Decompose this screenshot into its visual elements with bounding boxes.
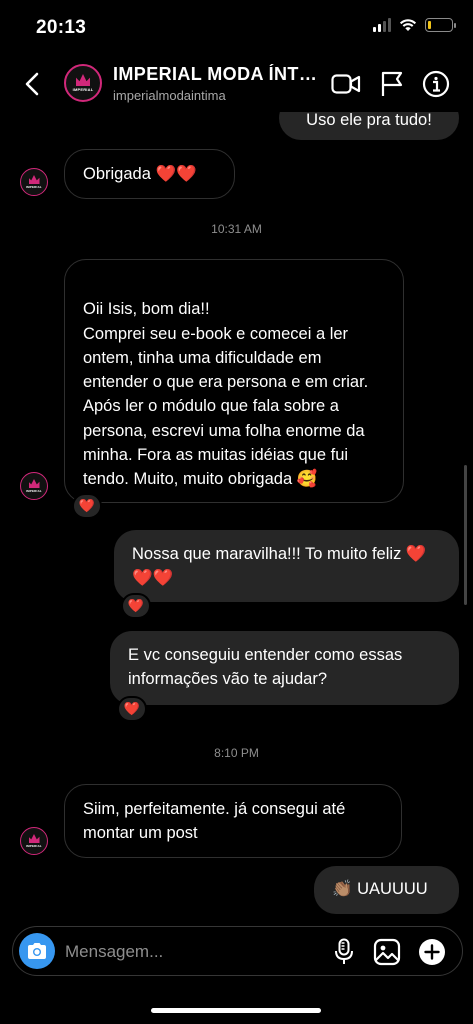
- reaction-heart[interactable]: ❤️: [117, 696, 147, 722]
- back-button[interactable]: [20, 70, 46, 98]
- heart-icon: ❤️: [127, 598, 145, 613]
- status-icons: [373, 18, 456, 32]
- reaction-heart[interactable]: ❤️: [72, 493, 102, 519]
- more-button[interactable]: [415, 935, 449, 969]
- chat-username: imperialmodaintima: [113, 88, 226, 103]
- report-button[interactable]: [376, 68, 408, 100]
- video-camera-icon: [331, 74, 361, 94]
- chevron-left-icon: [25, 72, 39, 96]
- message-incoming[interactable]: Obrigada ❤️❤️: [64, 149, 235, 199]
- message-composer: [12, 926, 463, 976]
- chat-header: IMPERIAL IMPERIAL MODA ÍNTIMA imperialmo…: [0, 56, 473, 112]
- sender-avatar[interactable]: IMPERIAL: [20, 168, 48, 196]
- timestamp: 8:10 PM: [214, 746, 259, 760]
- camera-icon: [28, 943, 46, 959]
- info-button[interactable]: [420, 68, 452, 100]
- heart-icon: ❤️: [78, 498, 96, 513]
- profile-avatar[interactable]: IMPERIAL: [64, 64, 102, 102]
- sender-avatar[interactable]: IMPERIAL: [20, 827, 48, 855]
- status-time: 20:13: [36, 17, 87, 38]
- brand-logo: IMPERIAL: [21, 828, 47, 854]
- message-incoming[interactable]: Siim, perfeitamente. já consegui até mon…: [64, 784, 402, 858]
- video-call-button[interactable]: [330, 68, 362, 100]
- wifi-icon: [399, 19, 417, 31]
- scrollbar[interactable]: [464, 465, 467, 605]
- heart-icon: ❤️: [123, 701, 141, 716]
- brand-logo: IMPERIAL: [21, 473, 47, 499]
- cellular-signal-icon: [373, 18, 391, 32]
- brand-logo: IMPERIAL: [66, 66, 100, 100]
- camera-button[interactable]: [19, 933, 55, 969]
- battery-level: [428, 21, 431, 29]
- home-indicator[interactable]: [151, 1008, 321, 1013]
- sender-avatar[interactable]: IMPERIAL: [20, 472, 48, 500]
- message-thread[interactable]: Uso ele pra tudo! IMPERIAL Obrigada ❤️❤️…: [0, 112, 473, 922]
- voice-message-button[interactable]: [327, 935, 361, 969]
- flag-icon: [381, 71, 403, 96]
- brand-logo: IMPERIAL: [21, 169, 47, 195]
- battery-icon: [425, 18, 456, 32]
- message-outgoing[interactable]: Nossa que maravilha!!! To muito feliz ❤️…: [114, 530, 459, 602]
- chat-title[interactable]: IMPERIAL MODA ÍNTIMA: [113, 64, 318, 85]
- message-outgoing[interactable]: 👏🏽 UAUUUU: [314, 866, 459, 914]
- message-input[interactable]: [65, 939, 315, 965]
- timestamp: 10:31 AM: [211, 222, 262, 236]
- plus-icon: [419, 939, 445, 965]
- image-icon: [373, 938, 401, 966]
- gallery-button[interactable]: [370, 935, 404, 969]
- microphone-icon: [335, 938, 353, 964]
- message-incoming[interactable]: Oii Isis, bom dia!! Comprei seu e-book e…: [64, 259, 404, 503]
- message-outgoing[interactable]: E vc conseguiu entender como essas infor…: [110, 631, 459, 705]
- info-icon: [422, 70, 450, 98]
- status-bar: 20:13: [0, 0, 473, 56]
- reaction-heart[interactable]: ❤️: [121, 593, 151, 619]
- message-outgoing[interactable]: Uso ele pra tudo!: [279, 112, 459, 140]
